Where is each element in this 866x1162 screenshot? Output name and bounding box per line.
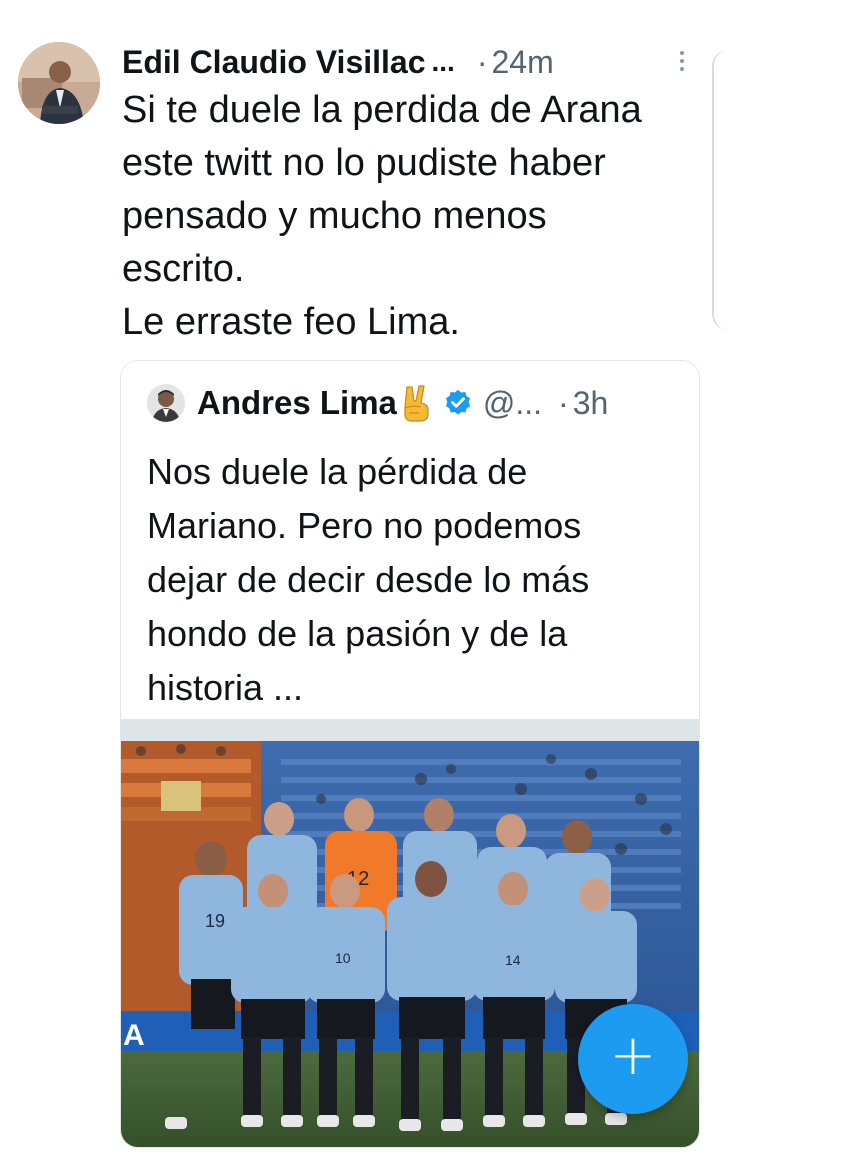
tweet-header: Edil Claudio Visillac ... · 24m bbox=[122, 40, 554, 84]
svg-text:A: A bbox=[123, 1019, 145, 1052]
quoted-tweet-header: Andres Lima @... · 3h bbox=[197, 381, 608, 425]
quoted-author-handle[interactable]: @... bbox=[483, 385, 542, 422]
quoted-time-separator: · bbox=[558, 384, 569, 421]
quoted-author-name[interactable]: Andres Lima bbox=[197, 384, 397, 422]
quoted-text-line: Mariano. Pero no podemos bbox=[147, 505, 582, 546]
svg-text:14: 14 bbox=[505, 952, 521, 968]
quoted-text-line: Nos duele la pérdida de bbox=[147, 451, 528, 492]
tweet-text-line: este twitt no lo pudiste haber bbox=[122, 142, 606, 184]
quoted-author-avatar[interactable] bbox=[147, 384, 185, 422]
tweet-text: Si te duele la perdida de Arana este twi… bbox=[122, 84, 712, 349]
compose-button[interactable]: + bbox=[578, 1004, 688, 1114]
quoted-tweet-text: Nos duele la pérdida de Mariano. Pero no… bbox=[147, 445, 677, 715]
tweet-text-line: Le erraste feo Lima. bbox=[122, 301, 460, 343]
more-icon[interactable] bbox=[672, 44, 692, 78]
time-separator: · bbox=[476, 43, 488, 80]
tweet-text-line: Si te duele la perdida de Arana bbox=[122, 89, 642, 131]
quoted-text-line: historia ... bbox=[147, 667, 304, 708]
svg-text:10: 10 bbox=[335, 950, 351, 966]
quoted-tweet-time[interactable]: 3h bbox=[573, 385, 609, 422]
author-name-truncation: ... bbox=[431, 46, 455, 77]
plus-icon: + bbox=[609, 1023, 657, 1088]
author-avatar[interactable] bbox=[18, 42, 100, 124]
quoted-text-line: hondo de la pasión y de la bbox=[147, 613, 568, 654]
tweet-text-line: escrito. bbox=[122, 248, 245, 290]
quoted-text-line: dejar de decir desde lo más bbox=[147, 559, 590, 600]
thread-bracket bbox=[712, 50, 732, 330]
verified-icon bbox=[443, 388, 473, 418]
tweet-time[interactable]: 24m bbox=[492, 44, 554, 81]
tweet-text-line: pensado y mucho menos bbox=[122, 195, 547, 237]
author-name[interactable]: Edil Claudio Visillac bbox=[122, 44, 426, 81]
svg-text:19: 19 bbox=[205, 911, 225, 931]
victory-hand-emoji bbox=[399, 384, 433, 422]
